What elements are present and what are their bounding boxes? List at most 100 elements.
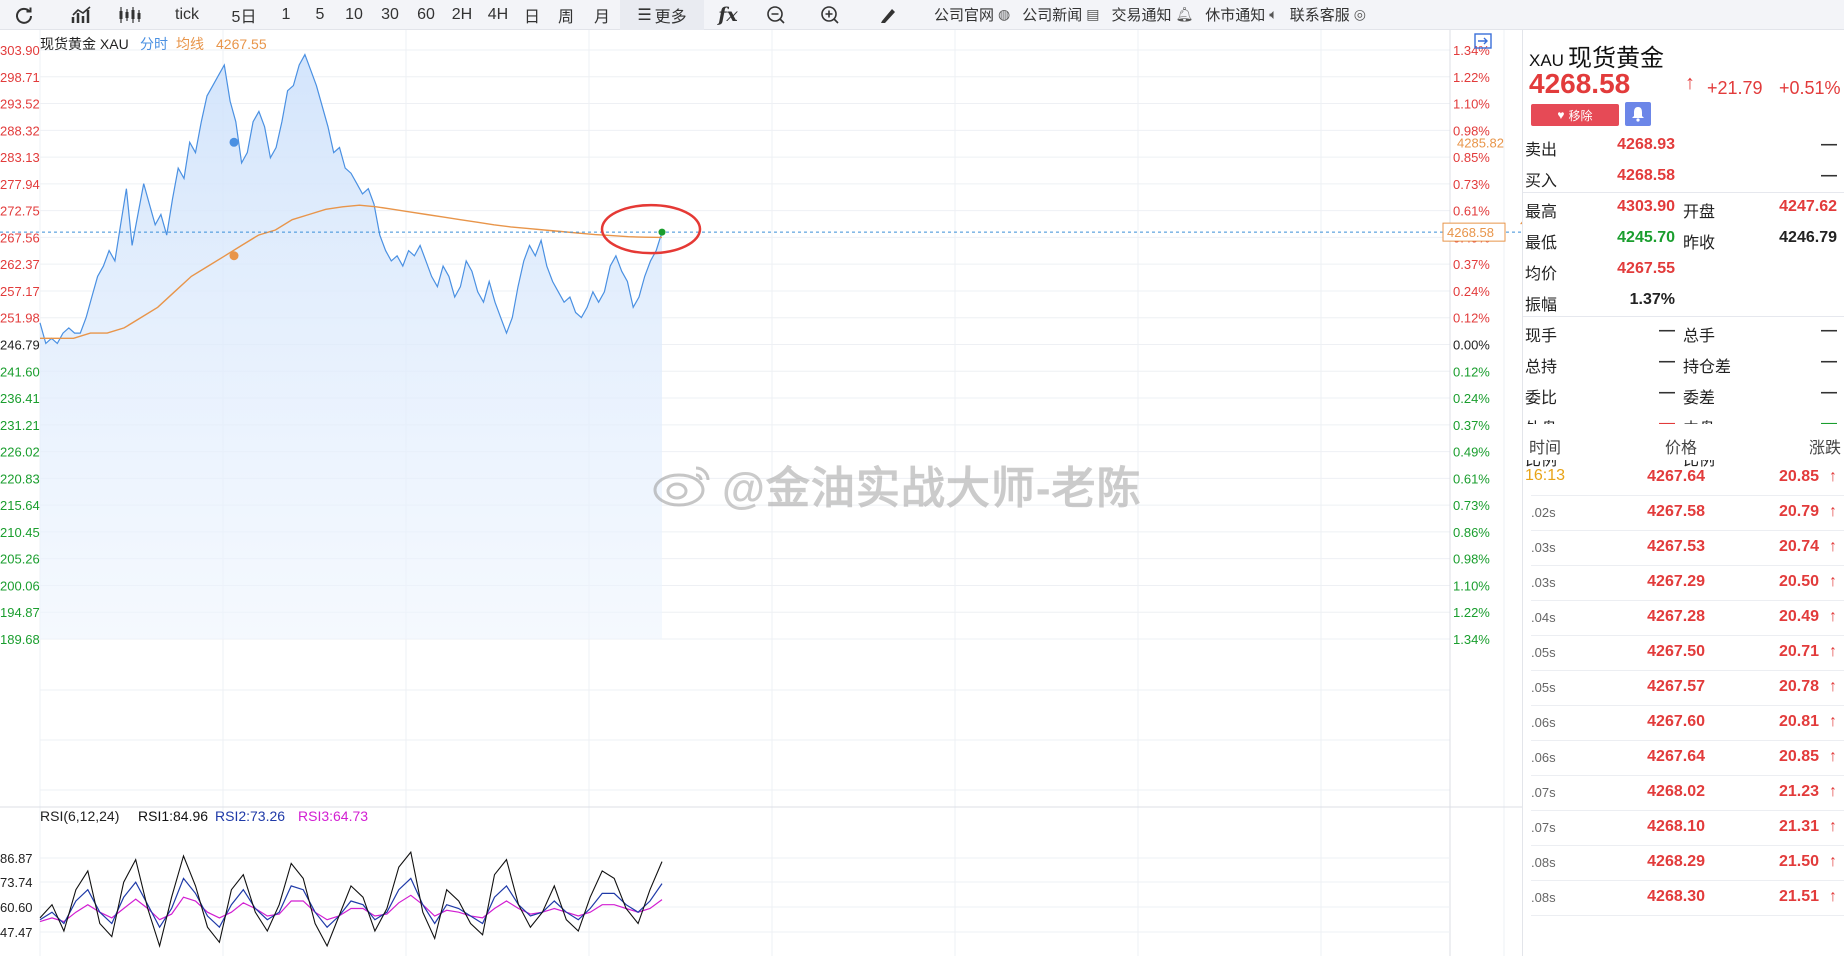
line-chart-button[interactable]	[58, 0, 106, 30]
remove-watchlist-button[interactable]: ♥ 移除	[1531, 104, 1619, 126]
quote-panel: XAU 现货黄金 4268.58 ↑ +21.79 +0.51% ♥ 移除 卖出 42…	[1522, 30, 1844, 956]
rsi-tick-label: 86.87	[0, 851, 33, 866]
right-tick-label: 0.98%	[1453, 552, 1490, 567]
tick-time: .02s	[1531, 505, 1556, 520]
period-4h[interactable]: 4H	[480, 0, 516, 30]
quote-row: 卖出 4268.93 —	[1523, 130, 1844, 161]
period-5[interactable]: 5	[304, 0, 336, 30]
annotation-circle	[600, 203, 702, 255]
tick-time: .08s	[1531, 855, 1556, 870]
left-tick-label: 251.98	[0, 311, 40, 326]
price-alert-button[interactable]	[1625, 102, 1651, 126]
up-arrow-icon: ↑	[1829, 538, 1837, 555]
zoom-out-button[interactable]	[752, 0, 800, 30]
period-month[interactable]: 月	[584, 0, 620, 30]
quote-label: 买入	[1525, 173, 1558, 190]
right-tick-label: 1.10%	[1453, 578, 1490, 593]
quote-label: 最低	[1525, 235, 1558, 252]
price-area	[40, 54, 662, 640]
quote-value: —	[1821, 136, 1837, 153]
rsi-legend-rsi1: RSI1:84.96	[138, 808, 208, 824]
quote-label: 委比	[1525, 390, 1558, 407]
tick-row: .03s 4267.53 20.74 ↑	[1523, 530, 1844, 565]
left-tick-label: 267.56	[0, 230, 40, 245]
link-trade-notice[interactable]: 交易通知 🔔︎	[1105, 0, 1199, 30]
right-tick-label: 0.00%	[1453, 338, 1490, 353]
up-arrow-icon: ↑	[1829, 748, 1837, 765]
link-company-site[interactable]: 公司官网 ◍	[928, 0, 1016, 30]
tick-change: 20.78	[1778, 678, 1819, 695]
right-tick-label: 0.12%	[1453, 364, 1490, 379]
quote-value: 4268.58	[1617, 167, 1675, 184]
link-closure-notice[interactable]: 休市通知 🔈︎	[1199, 0, 1283, 30]
link-customer-service[interactable]: 联系客服 ◎	[1284, 0, 1372, 30]
period-2h[interactable]: 2H	[444, 0, 480, 30]
tick-price: 4267.50	[1647, 643, 1705, 660]
right-tick-label: 1.34%	[1453, 43, 1490, 58]
right-tick-label: 1.34%	[1453, 632, 1490, 647]
more-button[interactable]: ☰ 更多	[620, 0, 704, 30]
formula-button[interactable]: fx	[704, 0, 752, 30]
tick-time: .05s	[1531, 680, 1556, 695]
quote-value: —	[1821, 384, 1837, 401]
quote-value: 4303.90	[1617, 198, 1675, 215]
right-tick-label: 0.73%	[1453, 177, 1490, 192]
fx-icon: fx	[718, 3, 738, 26]
refresh-button[interactable]	[0, 0, 48, 30]
quote-row: 总持 — 持仓差 —	[1523, 347, 1844, 378]
period-30[interactable]: 30	[372, 0, 408, 30]
zoom-in-button[interactable]	[800, 0, 860, 30]
quote-value: 4245.70	[1617, 229, 1675, 246]
tick-row: .04s 4267.28 20.49 ↑	[1523, 600, 1844, 635]
period-week[interactable]: 周	[548, 0, 584, 30]
up-arrow-icon: ↑	[1829, 818, 1837, 835]
left-tick-label: 272.75	[0, 204, 40, 219]
tick-time: .07s	[1531, 785, 1556, 800]
tick-row: .03s 4267.29 20.50 ↑	[1523, 565, 1844, 600]
draw-button[interactable]	[860, 0, 916, 30]
up-arrow-icon: ↑	[1829, 713, 1837, 730]
period-day[interactable]: 日	[516, 0, 548, 30]
tick-table-header: 时间 价格 涨跌	[1523, 424, 1844, 460]
quote-value: —	[1659, 384, 1675, 401]
quote-value: 1.37%	[1629, 291, 1675, 308]
left-tick-label: 226.02	[0, 445, 40, 460]
period-60[interactable]: 60	[408, 0, 444, 30]
legend-series-avg: 均线	[176, 36, 204, 52]
tick-time: .03s	[1531, 575, 1556, 590]
left-tick-label: 257.17	[0, 284, 40, 299]
right-tick-label: 0.24%	[1453, 284, 1490, 299]
period-5day[interactable]: 5日	[220, 0, 268, 30]
tick-separator	[1531, 915, 1844, 916]
price-change: +21.79	[1707, 78, 1763, 98]
current-price-label: 4268.58	[1447, 225, 1494, 240]
right-tick-label: 0.85%	[1453, 150, 1490, 165]
left-tick-label: 277.94	[0, 177, 40, 192]
tick-row: .07s 4268.02 21.23 ↑	[1523, 775, 1844, 810]
avg-dot	[229, 251, 239, 261]
left-tick-label: 194.87	[0, 605, 40, 620]
left-tick-label: 293.52	[0, 97, 40, 112]
period-10[interactable]: 10	[336, 0, 372, 30]
quote-label: 均价	[1525, 266, 1558, 283]
zoom-out-icon	[767, 5, 785, 24]
tick-time: .07s	[1531, 820, 1556, 835]
period-1[interactable]: 1	[268, 0, 304, 30]
left-tick-label: 262.37	[0, 257, 40, 272]
left-tick-label: 205.26	[0, 552, 40, 567]
quote-value: —	[1821, 322, 1837, 339]
rsi-legend-rsi2: RSI2:73.26	[215, 808, 285, 824]
tick-price: 4267.28	[1647, 608, 1705, 625]
quote-label: 振幅	[1525, 297, 1558, 314]
candlestick-button[interactable]	[106, 0, 154, 30]
rsi-legend-label: RSI(6,12,24)	[40, 808, 119, 824]
period-tick[interactable]: tick	[154, 0, 220, 30]
link-company-news[interactable]: 公司新闻 ▤	[1016, 0, 1105, 30]
right-tick-label: 0.73%	[1453, 498, 1490, 513]
quote-value: —	[1659, 322, 1675, 339]
tick-price: 4268.29	[1647, 853, 1705, 870]
tick-change: 20.74	[1778, 538, 1819, 555]
tick-row: .05s 4267.50 20.71 ↑	[1523, 635, 1844, 670]
right-tick-label: 0.12%	[1453, 311, 1490, 326]
right-tick-label: 0.37%	[1453, 257, 1490, 272]
